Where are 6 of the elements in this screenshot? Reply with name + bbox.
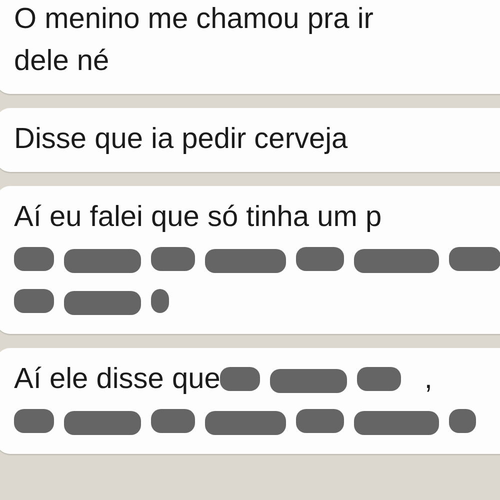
message-text: , xyxy=(424,362,432,396)
message-text: Disse que ia pedir cerveja xyxy=(14,122,348,156)
message-text: O menino me chamou pra ir xyxy=(14,2,374,36)
message-text: Aí ele disse que xyxy=(14,362,220,396)
message-text: Aí eu falei que só tinha um p xyxy=(14,200,382,234)
message-text: dele né xyxy=(14,44,110,78)
